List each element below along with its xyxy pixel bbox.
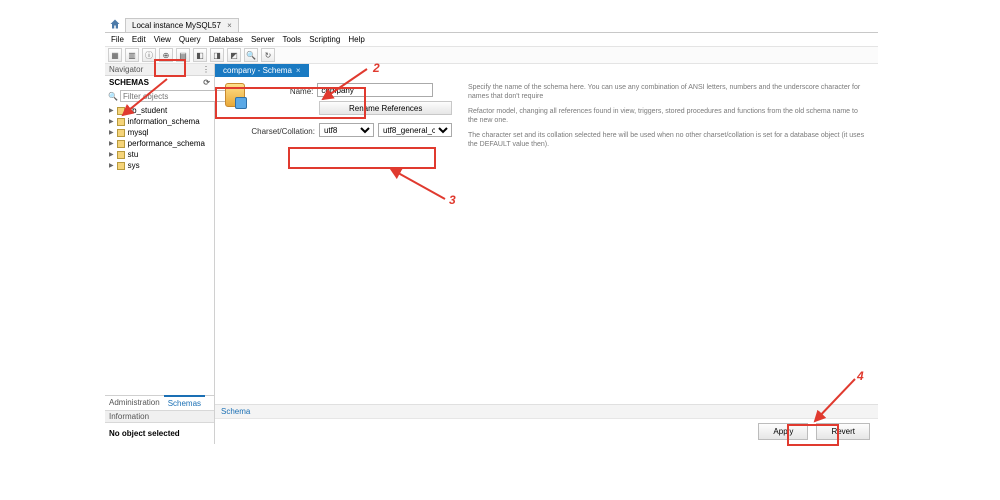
open-sql-button[interactable]: ▥ [125, 48, 139, 62]
schema-item[interactable]: ▶information_schema [109, 116, 210, 127]
menu-query[interactable]: Query [179, 35, 201, 44]
menu-help[interactable]: Help [348, 35, 364, 44]
new-schema-button[interactable]: ⊕ [159, 48, 173, 62]
toolbar: ▦ ▥ ⓘ ⊕ ▤ ◧ ◨ ◩ 🔍 ↻ [105, 46, 878, 64]
schema-item[interactable]: ▶db_student [109, 105, 210, 116]
db-icon [117, 140, 125, 148]
schemas-label: SCHEMAS [109, 78, 149, 87]
annotation-4: 4 [857, 369, 864, 383]
new-view-button[interactable]: ◧ [193, 48, 207, 62]
schema-item[interactable]: ▶mysql [109, 127, 210, 138]
close-icon[interactable]: × [296, 66, 301, 75]
db-icon [117, 118, 125, 126]
panel-menu-icon[interactable]: ⋮ [202, 65, 210, 74]
navigator-header: Navigator ⋮ [105, 64, 214, 76]
new-table-button[interactable]: ▤ [176, 48, 190, 62]
charset-label: Charset/Collation: [251, 125, 315, 136]
connection-tab[interactable]: Local instance MySQL57 × [125, 18, 239, 32]
reconnect-button[interactable]: ↻ [261, 48, 275, 62]
search-icon: 🔍 [108, 92, 118, 101]
search-button[interactable]: 🔍 [244, 48, 258, 62]
editor-tab-company[interactable]: company - Schema × [215, 64, 309, 77]
tab-schemas[interactable]: Schemas [164, 395, 205, 410]
charset-select[interactable]: utf8 [319, 123, 374, 137]
charset-help-text: The character set and its collation sele… [468, 131, 868, 149]
window-tabstrip: Local instance MySQL57 × [105, 19, 878, 33]
information-header: Information [105, 410, 214, 423]
rename-help-text: Refactor model, changing all references … [468, 107, 868, 125]
db-icon [117, 107, 125, 115]
menu-server[interactable]: Server [251, 35, 275, 44]
new-sql-tab-button[interactable]: ▦ [108, 48, 122, 62]
apply-button[interactable]: Apply [758, 423, 808, 440]
schema-name-input[interactable] [317, 83, 433, 97]
navigator-panel: Navigator ⋮ SCHEMAS ⟳ 🔍 ▶db_student ▶inf… [105, 64, 215, 444]
bottom-tab-schema[interactable]: Schema [215, 404, 878, 418]
new-procedure-button[interactable]: ◨ [210, 48, 224, 62]
home-icon[interactable] [109, 18, 121, 30]
schema-tree: ▶db_student ▶information_schema ▶mysql ▶… [105, 103, 214, 395]
name-label: Name: [251, 85, 313, 96]
editor-tabs: company - Schema × [215, 64, 878, 77]
annotation-3: 3 [449, 193, 456, 207]
schema-icon [225, 83, 245, 107]
annotation-2: 2 [373, 61, 380, 75]
db-icon [117, 129, 125, 137]
revert-button[interactable]: Revert [816, 423, 870, 440]
schema-item[interactable]: ▶performance_schema [109, 138, 210, 149]
menubar: File Edit View Query Database Server Too… [105, 33, 878, 46]
menu-database[interactable]: Database [209, 35, 243, 44]
db-icon [117, 162, 125, 170]
name-help-text: Specify the name of the schema here. You… [468, 83, 868, 101]
menu-file[interactable]: File [111, 35, 124, 44]
schema-item[interactable]: ▶sys [109, 160, 210, 171]
refresh-icon[interactable]: ⟳ [203, 78, 210, 87]
db-icon [117, 151, 125, 159]
tab-label: Local instance MySQL57 [132, 21, 221, 30]
tab-administration[interactable]: Administration [105, 396, 164, 410]
action-bar: Apply Revert [215, 418, 878, 444]
menu-scripting[interactable]: Scripting [309, 35, 340, 44]
menu-view[interactable]: View [154, 35, 171, 44]
new-function-button[interactable]: ◩ [227, 48, 241, 62]
rename-references-button[interactable]: Rename References [319, 101, 452, 115]
collation-select[interactable]: utf8_general_ci [378, 123, 452, 137]
schema-item[interactable]: ▶stu [109, 149, 210, 160]
menu-tools[interactable]: Tools [283, 35, 302, 44]
editor-panel: company - Schema × Name: Rename Referenc… [215, 64, 878, 444]
navigator-tabs: Administration Schemas [105, 395, 214, 410]
menu-edit[interactable]: Edit [132, 35, 146, 44]
inspector-button[interactable]: ⓘ [142, 48, 156, 62]
information-body: No object selected [105, 423, 214, 444]
close-icon[interactable]: × [227, 21, 232, 30]
